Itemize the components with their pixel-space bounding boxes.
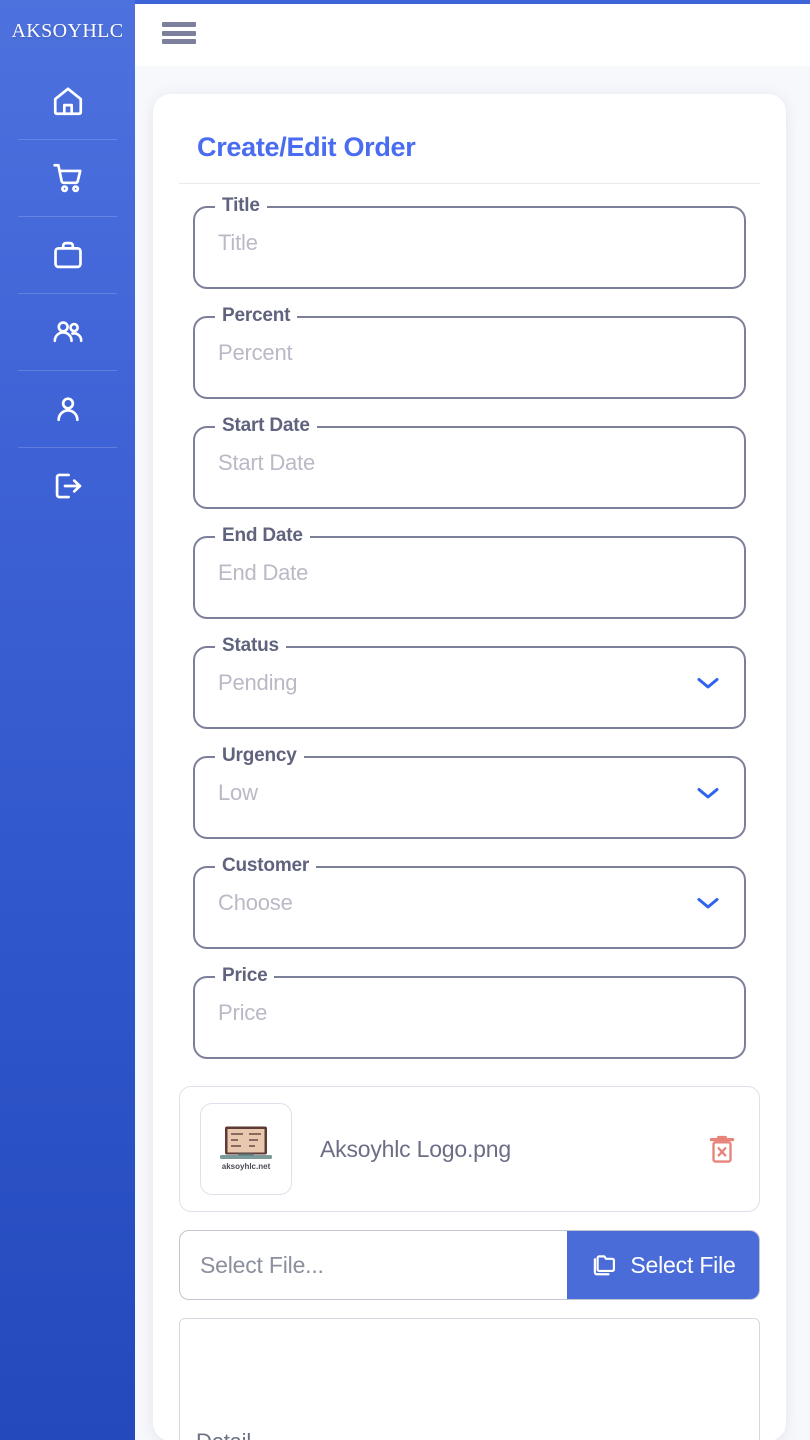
field-label: Title: [215, 196, 267, 216]
field-percent[interactable]: Percent Percent: [193, 306, 746, 399]
chevron-down-icon[interactable]: [696, 676, 720, 690]
hamburger-bar: [162, 30, 196, 36]
select-file-button-label: Select File: [630, 1251, 736, 1278]
home-icon: [51, 84, 85, 118]
file-input-group[interactable]: Select File... Select File: [179, 1230, 760, 1300]
hamburger-icon[interactable]: [162, 20, 196, 46]
page-title: Create/Edit Order: [197, 132, 416, 162]
price-input[interactable]: Price: [218, 1000, 267, 1026]
sidebar-item-projects[interactable]: [0, 216, 135, 293]
title-input[interactable]: Title: [218, 230, 258, 256]
app-root: AKSOYHLC Create/Edit Order Title Title P…: [0, 0, 810, 1440]
sidebar: AKSOYHLC: [0, 0, 135, 1440]
select-file-button[interactable]: Select File: [567, 1231, 759, 1299]
field-price[interactable]: Price Price: [193, 966, 746, 1059]
topbar: [135, 0, 810, 66]
chevron-down-icon[interactable]: [696, 896, 720, 910]
end-date-input[interactable]: End Date: [218, 560, 308, 586]
field-urgency[interactable]: Urgency Low: [193, 746, 746, 839]
uploaded-file-row: aksoyhlc.net Aksoyhlc Logo.png: [179, 1086, 760, 1212]
urgency-select-value[interactable]: Low: [218, 780, 258, 806]
detail-editor[interactable]: Detail: [179, 1318, 760, 1440]
title-divider: [179, 183, 760, 184]
field-title[interactable]: Title Title: [193, 196, 746, 289]
sidebar-item-home[interactable]: [0, 62, 135, 139]
sidebar-nav: [0, 62, 135, 524]
start-date-input[interactable]: Start Date: [218, 450, 315, 476]
brand-logo[interactable]: AKSOYHLC: [0, 0, 135, 62]
copy-folder-icon: [590, 1251, 618, 1279]
field-status[interactable]: Status Pending: [193, 636, 746, 729]
main-area: Create/Edit Order Title Title Percent Pe…: [135, 0, 810, 1440]
order-form-card: Create/Edit Order Title Title Percent Pe…: [153, 94, 786, 1440]
status-select-value[interactable]: Pending: [218, 670, 298, 696]
chevron-down-icon[interactable]: [696, 786, 720, 800]
field-label: End Date: [215, 526, 310, 546]
field-end-date[interactable]: End Date End Date: [193, 526, 746, 619]
file-name-label: Aksoyhlc Logo.png: [320, 1135, 511, 1162]
person-icon: [51, 392, 85, 426]
content-region: Create/Edit Order Title Title Percent Pe…: [135, 66, 810, 1440]
field-outline: [193, 756, 746, 839]
field-customer[interactable]: Customer Choose: [193, 856, 746, 949]
cart-icon: [51, 161, 85, 195]
percent-input[interactable]: Percent: [218, 340, 293, 366]
logout-icon: [51, 469, 85, 503]
sidebar-item-customers[interactable]: [0, 293, 135, 370]
sidebar-item-logout[interactable]: [0, 447, 135, 524]
field-label: Price: [215, 966, 275, 986]
hamburger-bar: [162, 39, 196, 44]
field-label: Customer: [215, 856, 317, 876]
field-outline: [193, 206, 746, 289]
field-outline: [193, 976, 746, 1059]
sidebar-item-orders[interactable]: [0, 139, 135, 216]
field-label: Percent: [215, 306, 298, 326]
trash-delete-icon[interactable]: [705, 1132, 739, 1166]
laptop-logo-thumbnail: aksoyhlc.net: [200, 1103, 292, 1195]
briefcase-icon: [51, 238, 85, 272]
people-icon: [51, 315, 85, 349]
field-label: Status: [215, 636, 286, 656]
sidebar-item-profile[interactable]: [0, 370, 135, 447]
customer-select-value[interactable]: Choose: [218, 890, 293, 916]
top-accent-line: [135, 0, 810, 4]
svg-text:aksoyhlc.net: aksoyhlc.net: [222, 1162, 271, 1171]
field-start-date[interactable]: Start Date Start Date: [193, 416, 746, 509]
file-path-input[interactable]: Select File...: [180, 1231, 567, 1299]
hamburger-bar: [162, 22, 196, 27]
field-label: Start Date: [215, 416, 317, 436]
field-label: Urgency: [215, 746, 304, 766]
detail-placeholder: Detail: [196, 1429, 251, 1440]
